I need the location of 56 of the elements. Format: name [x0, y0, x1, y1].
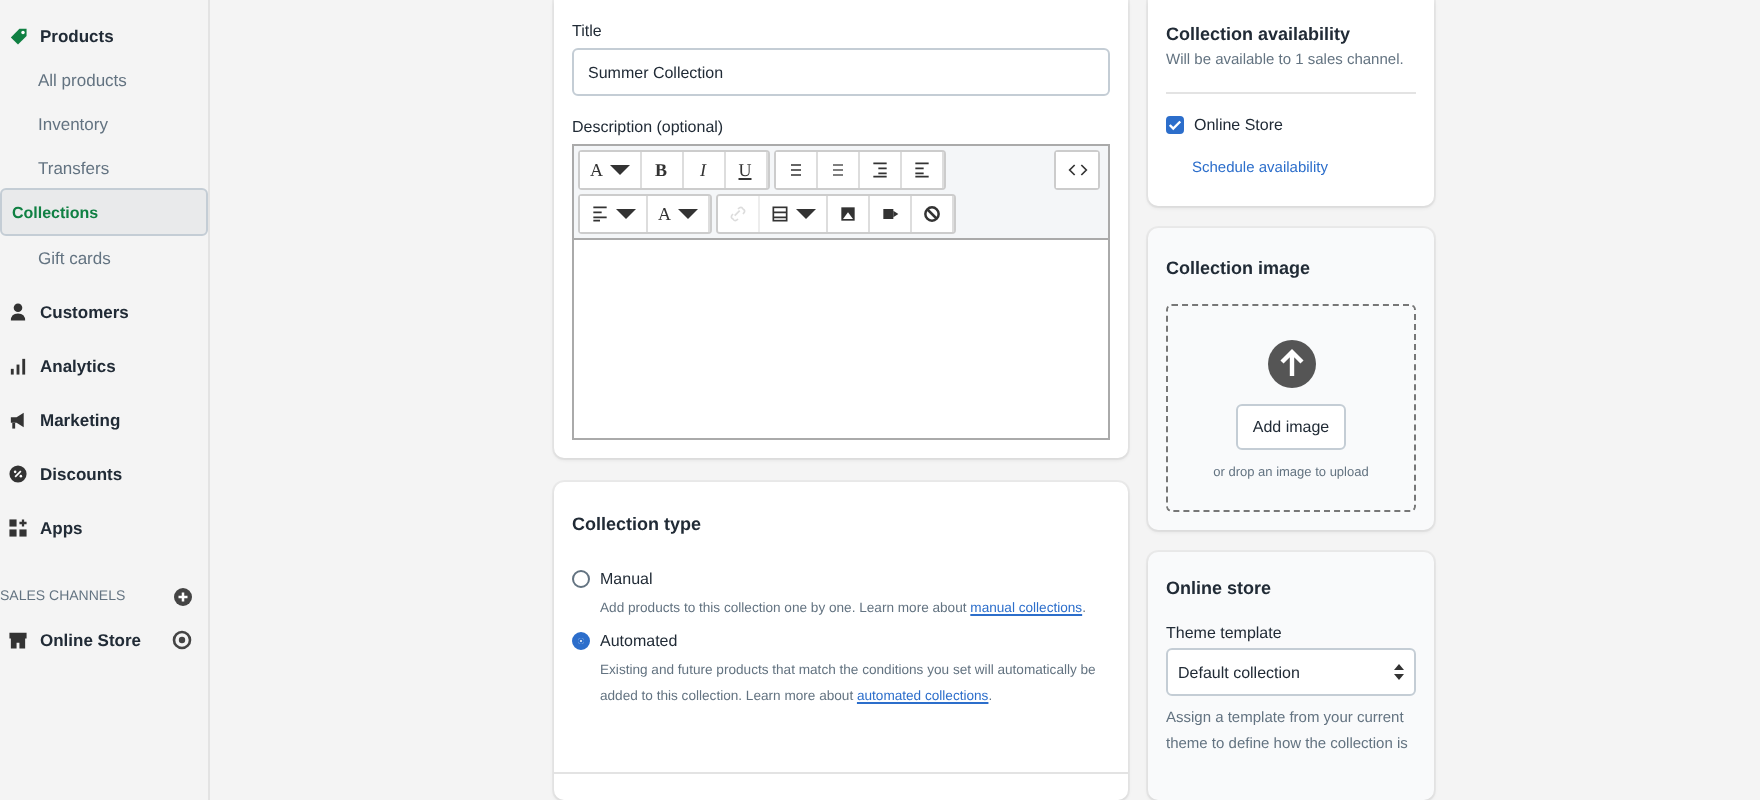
- sidebar-subitem[interactable]: Inventory: [0, 102, 208, 146]
- tag-icon: [8, 26, 28, 46]
- sidebar-item[interactable]: Customers: [0, 290, 208, 334]
- bar-chart-icon: [8, 356, 28, 376]
- select-arrows-icon: [1394, 664, 1404, 680]
- indent-icon: [869, 160, 889, 180]
- caret-icon: [609, 160, 629, 180]
- bullet-list-icon: [785, 160, 805, 180]
- megaphone-icon: [8, 410, 28, 430]
- toolbar-button[interactable]: [775, 152, 817, 188]
- sidebar-item[interactable]: Apps: [0, 506, 208, 550]
- checkbox[interactable]: [1166, 116, 1184, 134]
- template-select[interactable]: Default collection: [1166, 648, 1416, 696]
- percent-badge-icon: [8, 464, 28, 484]
- sidebar-subitem[interactable]: Collections: [0, 188, 208, 236]
- sidebar-item[interactable]: Discounts: [0, 452, 208, 496]
- add-icon[interactable]: [174, 587, 192, 605]
- code-icon: [1067, 160, 1087, 180]
- card-title: Collection type: [572, 514, 704, 534]
- sidebar-item[interactable]: Analytics: [0, 344, 208, 388]
- radio-button[interactable]: [572, 632, 590, 650]
- link-icon: [727, 204, 747, 224]
- font-button[interactable]: A: [580, 152, 641, 188]
- card-title: Collection image: [1166, 258, 1313, 278]
- field-label: Theme template: [1166, 624, 1284, 642]
- option-label: Automated: [600, 632, 678, 650]
- numbered-list-icon: [827, 160, 847, 180]
- image-icon: [837, 204, 857, 224]
- video-icon: [879, 204, 899, 224]
- card-title: Collection availability: [1166, 24, 1353, 44]
- sidebar-item[interactable]: Products: [0, 14, 208, 58]
- rich-text-editor[interactable]: A B I U A: [572, 144, 1110, 440]
- storefront-icon: [8, 630, 28, 650]
- option-label: Manual: [600, 570, 653, 588]
- person-icon: [8, 302, 28, 322]
- caret-icon: [795, 204, 815, 224]
- sidebar-item[interactable]: Online Store: [40, 630, 160, 650]
- sidebar-item[interactable]: Marketing: [0, 398, 208, 442]
- sidebar-subitem[interactable]: All products: [0, 58, 208, 102]
- card-title: Online store: [1166, 578, 1274, 598]
- table-icon: [769, 204, 789, 224]
- outdent-icon: [911, 160, 931, 180]
- field-label: Description (optional): [572, 118, 726, 136]
- field-label: Title: [572, 22, 604, 40]
- clear-format-icon: [921, 204, 941, 224]
- caret-icon: [616, 204, 636, 224]
- sidebar-subitem[interactable]: Gift cards: [0, 236, 208, 280]
- checkbox-label: Online Store: [1194, 116, 1283, 134]
- align-icon: [590, 204, 610, 224]
- sidebar-subitem[interactable]: Transfers: [0, 146, 208, 190]
- add-image-button[interactable]: Add image: [1236, 404, 1346, 450]
- caret-icon: [677, 204, 697, 224]
- title-input[interactable]: Summer Collection: [572, 48, 1110, 96]
- radio-button[interactable]: [572, 570, 590, 588]
- apps-grid-icon: [8, 518, 28, 538]
- toolbar-button[interactable]: [580, 196, 648, 232]
